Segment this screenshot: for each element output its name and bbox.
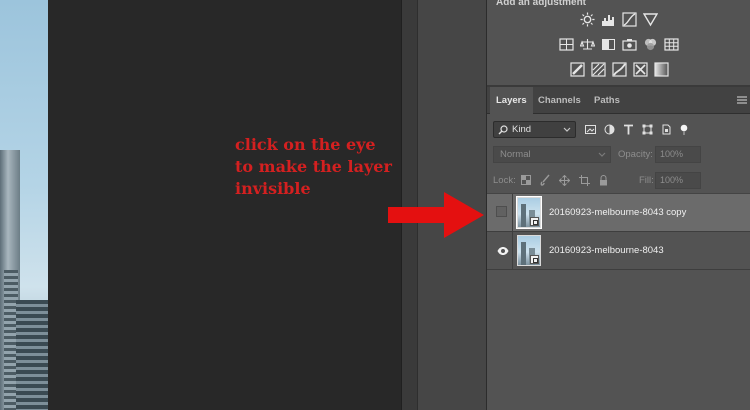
layer-row-original[interactable]: 20160923-melbourne-8043 bbox=[487, 232, 750, 270]
layer-filter-row: Kind bbox=[491, 121, 747, 139]
adjustments-row-1 bbox=[487, 12, 750, 27]
adjustments-row-2 bbox=[487, 37, 750, 52]
adjustments-title: Add an adjustment bbox=[496, 0, 587, 8]
red-arrow-icon bbox=[388, 192, 484, 238]
threshold-icon[interactable] bbox=[611, 62, 627, 77]
blend-mode-select[interactable]: Normal bbox=[493, 146, 611, 163]
black-white-icon[interactable] bbox=[622, 37, 637, 52]
lock-row: Lock: Fill: 100% bbox=[491, 172, 747, 190]
fill-label: Fill: bbox=[639, 175, 654, 186]
pixel-layer-filter-icon[interactable] bbox=[585, 124, 596, 135]
layer-row-copy[interactable]: 20160923-melbourne-8043 copy bbox=[487, 194, 750, 232]
lock-label: Lock: bbox=[493, 175, 516, 186]
layer-thumbnail[interactable] bbox=[516, 196, 542, 229]
shape-layer-filter-icon[interactable] bbox=[642, 124, 653, 135]
channel-mixer-icon[interactable] bbox=[664, 37, 679, 52]
smart-object-badge-icon bbox=[530, 217, 539, 226]
levels-icon[interactable] bbox=[601, 12, 616, 27]
type-layer-filter-icon[interactable] bbox=[623, 124, 634, 135]
lock-transparent-pixels-icon[interactable] bbox=[521, 175, 531, 185]
document-pasteboard bbox=[48, 0, 401, 410]
tab-layers[interactable]: Layers bbox=[490, 87, 533, 114]
filter-toggle-icon[interactable] bbox=[680, 124, 688, 136]
layer-visibility-toggle[interactable] bbox=[489, 194, 513, 231]
layers-panel-tabs: Layers Channels Paths bbox=[487, 87, 750, 114]
filter-kind-label: Kind bbox=[512, 124, 532, 135]
opacity-label: Opacity: bbox=[618, 149, 653, 160]
filter-kind-select[interactable]: Kind bbox=[493, 121, 576, 138]
curves-icon[interactable] bbox=[622, 12, 637, 27]
tab-channels[interactable]: Channels bbox=[532, 87, 587, 114]
opacity-field[interactable]: 100% bbox=[655, 146, 701, 163]
posterize-icon[interactable] bbox=[590, 62, 606, 77]
visibility-off-box[interactable] bbox=[496, 206, 507, 217]
blend-mode-value: Normal bbox=[500, 149, 531, 160]
adjustments-layers-panel: Add an adjustment Layers Channels Paths … bbox=[486, 0, 750, 410]
panel-menu-icon[interactable] bbox=[737, 96, 747, 104]
photo-filter-icon[interactable] bbox=[643, 37, 658, 52]
hue-saturation-icon[interactable] bbox=[580, 37, 595, 52]
adjustment-layer-filter-icon[interactable] bbox=[604, 124, 615, 135]
color-balance-icon[interactable] bbox=[601, 37, 616, 52]
canvas-image bbox=[0, 0, 48, 410]
eye-icon[interactable] bbox=[497, 245, 509, 257]
fill-field[interactable]: 100% bbox=[655, 172, 701, 189]
exposure-icon[interactable] bbox=[643, 12, 658, 27]
lock-icons bbox=[521, 174, 608, 186]
blend-row: Normal Opacity: 100% bbox=[491, 146, 747, 164]
chevron-down-icon bbox=[598, 152, 606, 157]
invert-icon[interactable] bbox=[569, 62, 585, 77]
building-shape bbox=[16, 300, 48, 410]
filter-icons bbox=[585, 121, 688, 138]
smart-object-badge-icon bbox=[530, 255, 539, 264]
brightness-contrast-icon[interactable] bbox=[580, 12, 595, 27]
instruction-annotation: click on the eye to make the layer invis… bbox=[235, 135, 392, 198]
lock-artboard-icon[interactable] bbox=[579, 174, 590, 186]
vibrance-icon[interactable] bbox=[559, 37, 574, 52]
tab-paths[interactable]: Paths bbox=[588, 87, 626, 114]
chevron-down-icon bbox=[563, 127, 571, 132]
layer-thumbnail[interactable] bbox=[517, 235, 541, 266]
selective-color-icon[interactable] bbox=[632, 62, 648, 77]
layer-visibility-toggle[interactable] bbox=[489, 232, 513, 269]
layer-name[interactable]: 20160923-melbourne-8043 copy bbox=[549, 207, 686, 218]
lock-image-pixels-icon[interactable] bbox=[540, 174, 550, 186]
gradient-map-icon[interactable] bbox=[653, 62, 669, 77]
layer-name[interactable]: 20160923-melbourne-8043 bbox=[549, 245, 664, 256]
search-icon bbox=[498, 125, 508, 135]
lock-position-icon[interactable] bbox=[559, 174, 570, 186]
smart-object-filter-icon[interactable] bbox=[661, 124, 672, 135]
adjustments-row-3 bbox=[487, 62, 750, 77]
lock-all-icon[interactable] bbox=[599, 174, 608, 186]
